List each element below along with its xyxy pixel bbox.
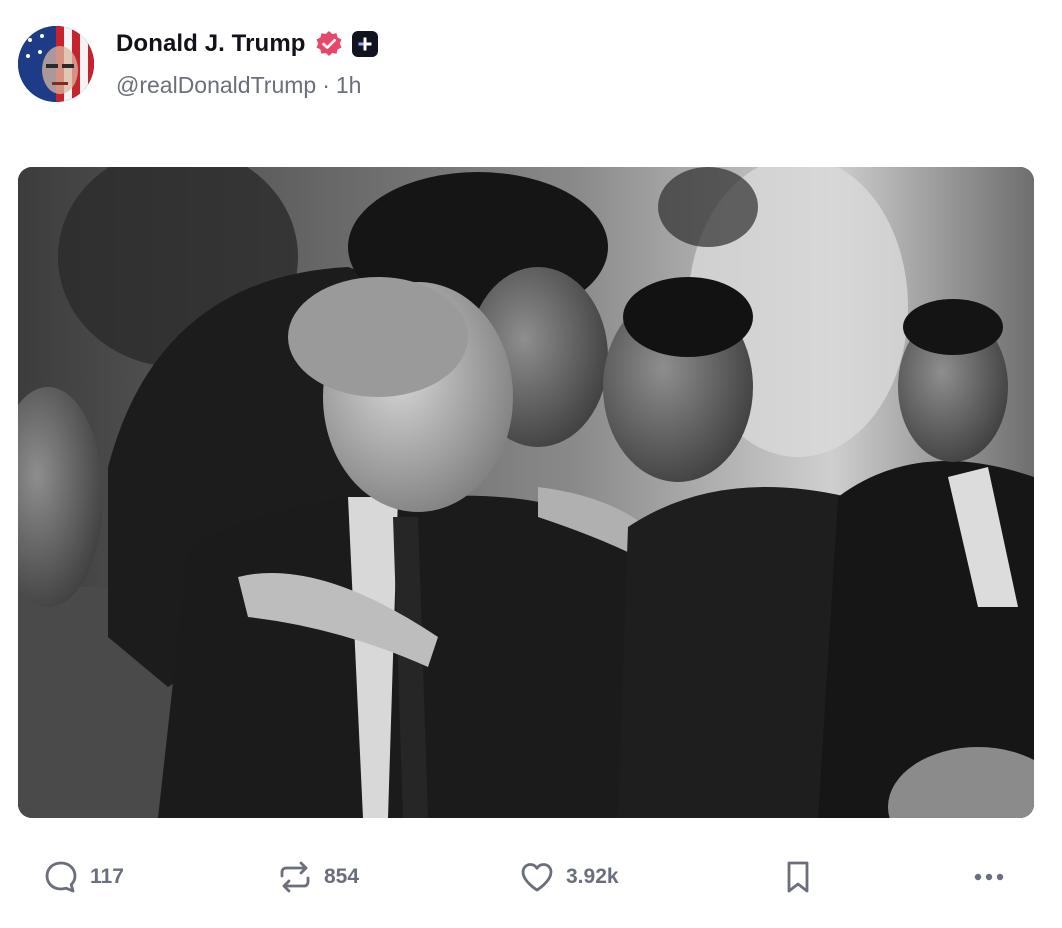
like-button[interactable]: 3.92k [518,850,619,904]
post-card: Donald J. Trump @realDonaldTrump · 1h 11… [0,0,1062,928]
repost-count: 854 [324,865,360,888]
avatar[interactable] [18,26,94,102]
bookmark-button[interactable] [782,850,814,904]
bookmark-icon [782,858,814,896]
author-name-row: Donald J. Trump [116,26,378,62]
handle[interactable]: @realDonaldTrump [116,72,316,99]
repost-arrows-icon [276,858,314,896]
author-handle-row: @realDonaldTrump · 1h [116,72,361,99]
plus-badge-icon [351,31,378,57]
verified-badge-icon [314,29,344,59]
more-options-button[interactable] [970,850,1008,904]
ellipsis-icon [970,858,1008,896]
post-image[interactable] [18,167,1034,818]
like-count: 3.92k [566,865,619,888]
reply-count: 117 [90,865,124,888]
comment-bubble-icon [42,858,80,896]
action-bar: 117 854 3.92k [0,850,1062,904]
photo-illustration [18,167,1034,818]
reply-button[interactable]: 117 [42,850,124,904]
heart-icon [518,858,556,896]
separator: · [322,72,330,98]
timestamp[interactable]: 1h [336,72,362,99]
repost-button[interactable]: 854 [276,850,359,904]
avatar-image [18,26,94,102]
display-name[interactable]: Donald J. Trump [116,30,306,58]
